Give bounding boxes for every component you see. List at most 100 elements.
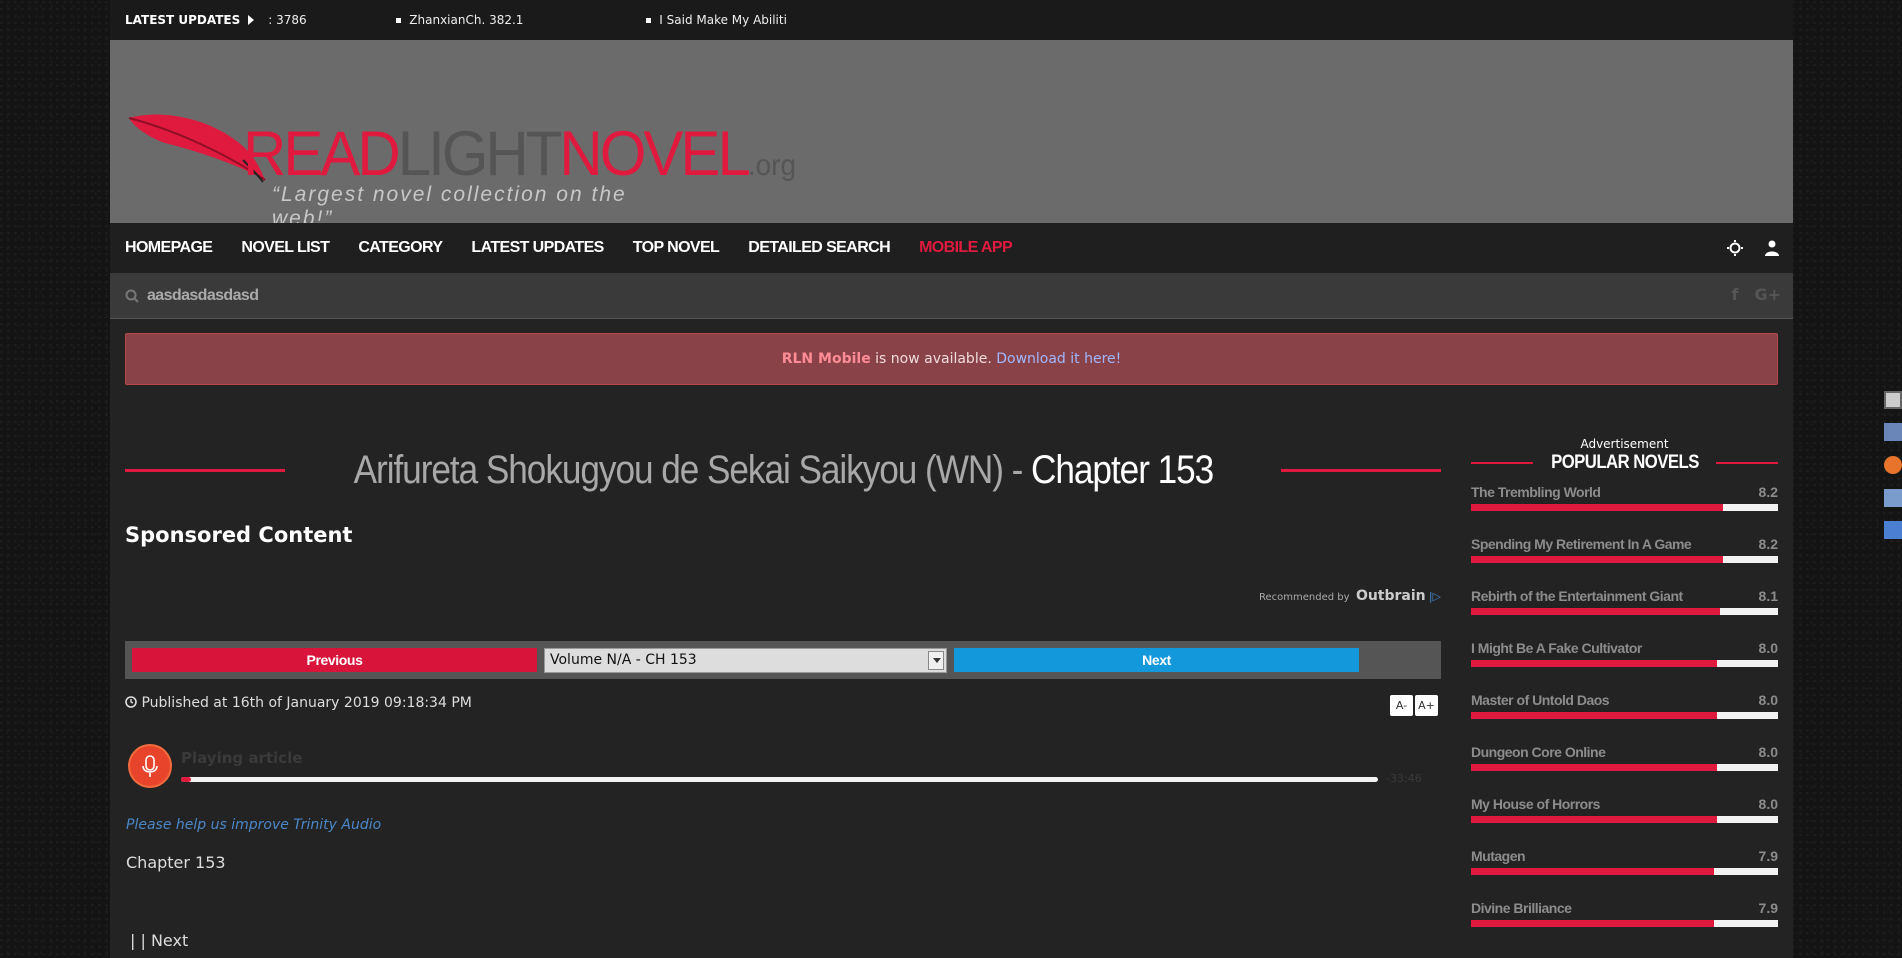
logo-novel: NOVEL [559, 118, 750, 189]
title-divider-left [125, 468, 285, 472]
rating-bar-fill [1471, 868, 1714, 875]
clock-icon [125, 696, 137, 708]
user-icon[interactable] [1765, 240, 1779, 256]
rating-bar [1471, 712, 1778, 719]
nav-category[interactable]: CATEGORY [358, 239, 443, 257]
bullet-icon [396, 17, 402, 23]
novel-name[interactable]: My House of Horrors [1471, 796, 1600, 812]
rating-bar [1471, 764, 1778, 771]
published-text: Published at 16th of January 2019 09:18:… [141, 695, 472, 711]
sponsored-heading: Sponsored Content [125, 523, 353, 547]
rating-bar [1471, 608, 1778, 615]
popular-novel-item[interactable]: Mutagen 7.9 [1471, 848, 1778, 900]
rating-bar [1471, 504, 1778, 511]
novel-title-link[interactable]: Arifureta Shokugyou de Sekai Saikyou (WN… [353, 448, 1003, 492]
rating-bar-fill [1471, 712, 1717, 719]
chapter-title-row: Arifureta Shokugyou de Sekai Saikyou (WN… [125, 447, 1442, 492]
novel-name[interactable]: Divine Brilliance [1471, 900, 1572, 916]
nav-mobile-app[interactable]: MOBILE APP [919, 239, 1013, 257]
alert-download-link[interactable]: Download it here! [996, 351, 1121, 367]
nav-latest-updates[interactable]: LATEST UPDATES [471, 239, 604, 257]
ticker-item-text[interactable]: I Said Make My Abiliti [659, 13, 787, 27]
novel-name[interactable]: Mutagen [1471, 848, 1526, 864]
popular-novel-item[interactable]: Divine Brilliance 7.9 [1471, 900, 1778, 952]
chevron-down-icon[interactable] [928, 651, 944, 670]
firefox-icon [1884, 456, 1902, 474]
audio-time: -33:46 [1386, 772, 1422, 785]
popular-novel-item[interactable]: Rebirth of the Entertainment Giant 8.1 [1471, 588, 1778, 640]
popular-novel-item[interactable]: The Trembling World 8.2 [1471, 484, 1778, 536]
facebook-icon[interactable]: f [1731, 285, 1738, 304]
ticker-arrow-icon [248, 15, 255, 25]
microphone-icon [142, 755, 158, 777]
popular-novel-item[interactable]: Dungeon Core Online 8.0 [1471, 744, 1778, 796]
next-chapter-button[interactable]: Next [954, 648, 1359, 672]
novel-score: 8.0 [1758, 796, 1778, 812]
logo-read: READ [243, 118, 401, 189]
outbrain-credit[interactable]: Recommended by Outbrain |▷ [1259, 588, 1441, 604]
ticker-item[interactable]: : 3786 [268, 13, 396, 27]
chapter-select-value: Volume N/A - CH 153 [550, 652, 697, 668]
popular-novel-item[interactable]: Master of Untold Daos 8.0 [1471, 692, 1778, 744]
novel-name[interactable]: Master of Untold Daos [1471, 692, 1610, 708]
ticker-item-text[interactable]: ZhanxianCh. 382.1 [409, 13, 523, 27]
popular-novels-title: POPULAR NOVELS [1550, 452, 1699, 473]
bottom-chapter-nav[interactable]: | | Next [130, 931, 188, 950]
ticker-item[interactable]: ZhanxianCh. 382.1 [396, 13, 646, 27]
ticker-item[interactable]: I Said Make My Abiliti [646, 13, 787, 27]
search-input[interactable] [147, 286, 547, 305]
title-separator: - [1002, 447, 1031, 492]
novel-name[interactable]: I Might Be A Fake Cultivator [1471, 640, 1642, 656]
latest-updates-ticker: LATEST UPDATES : 3786 ZhanxianCh. 382.1 … [110, 0, 1793, 40]
novel-score: 8.1 [1758, 588, 1778, 604]
novel-name[interactable]: Dungeon Core Online [1471, 744, 1606, 760]
nav-homepage[interactable]: HOMEPAGE [125, 239, 213, 257]
chapter-content: Chapter 153 [126, 853, 226, 872]
novel-score: 8.0 [1758, 640, 1778, 656]
desktop-edge-icon [1884, 521, 1902, 539]
popular-novel-item[interactable]: My House of Horrors 8.0 [1471, 796, 1778, 848]
google-plus-icon[interactable]: G+ [1754, 285, 1781, 304]
desktop-edge-icon [1884, 391, 1902, 409]
nav-icons [1727, 223, 1779, 273]
audio-play-button[interactable] [130, 746, 170, 786]
main-nav: HOMEPAGE NOVEL LIST CATEGORY LATEST UPDA… [110, 223, 1793, 273]
logo-light: LIGHT [397, 118, 563, 189]
audio-progress-track[interactable] [181, 777, 1378, 782]
popular-novel-item[interactable]: I Might Be A Fake Cultivator 8.0 [1471, 640, 1778, 692]
popular-novel-item[interactable]: Spending My Retirement In A Game 8.2 [1471, 536, 1778, 588]
nav-top-novel[interactable]: TOP NOVEL [633, 239, 720, 257]
advertisement-label: Advertisement [1580, 437, 1669, 451]
desktop-edge-icon [1884, 489, 1902, 507]
popular-novels-list: The Trembling World 8.2 Spending My Retire… [1471, 484, 1778, 952]
rating-bar [1471, 868, 1778, 875]
audio-progress-fill [181, 777, 191, 782]
rating-bar-fill [1471, 920, 1714, 927]
nav-detailed-search[interactable]: DETAILED SEARCH [748, 239, 890, 257]
rating-bar [1471, 920, 1778, 927]
alert-brand: RLN Mobile [781, 351, 871, 367]
site-logo[interactable]: READLIGHTNOVEL.org “Largest novel collec… [125, 80, 796, 230]
rating-bar-fill [1471, 816, 1717, 823]
mobile-app-alert: RLN Mobile is now available. Download it… [125, 333, 1778, 385]
rating-bar-fill [1471, 556, 1723, 563]
desktop-edge-icon [1884, 423, 1902, 441]
rating-bar-fill [1471, 764, 1717, 771]
chapter-nav-bar: Previous Volume N/A - CH 153 Next [125, 641, 1441, 679]
search-icon [125, 289, 139, 303]
nav-novel-list[interactable]: NOVEL LIST [241, 239, 330, 257]
adchoices-icon[interactable]: |▷ [1429, 590, 1441, 603]
previous-chapter-button[interactable]: Previous [132, 648, 537, 672]
font-increase-button[interactable]: A+ [1415, 695, 1438, 716]
heading-divider-left [1471, 462, 1533, 464]
novel-name[interactable]: Spending My Retirement In A Game [1471, 536, 1692, 552]
search-bar: f G+ [110, 273, 1793, 319]
novel-name[interactable]: The Trembling World [1471, 484, 1601, 500]
ticker-item-text[interactable]: : 3786 [268, 13, 306, 27]
font-decrease-button[interactable]: A- [1390, 695, 1413, 716]
theme-toggle-icon[interactable] [1727, 240, 1743, 256]
chapter-select[interactable]: Volume N/A - CH 153 [544, 648, 947, 673]
trinity-improve-link[interactable]: Please help us improve Trinity Audio [126, 817, 381, 833]
font-size-controls: A- A+ [1390, 695, 1438, 716]
novel-name[interactable]: Rebirth of the Entertainment Giant [1471, 588, 1683, 604]
